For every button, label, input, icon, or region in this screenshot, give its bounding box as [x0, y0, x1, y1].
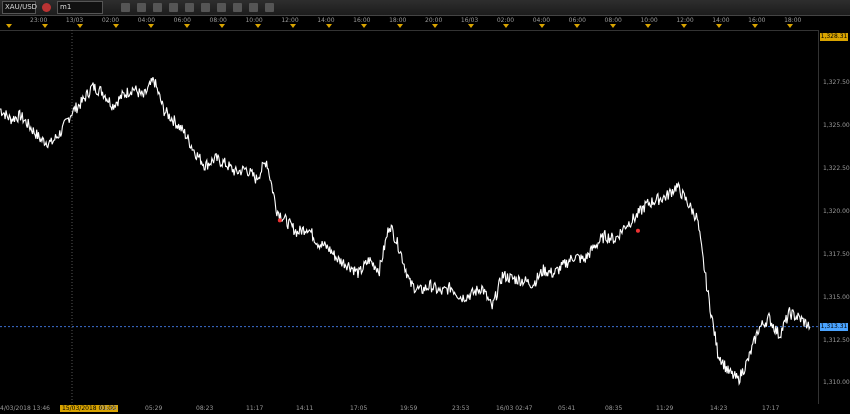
session-marker-icon: [325, 24, 332, 28]
session-marker-icon: [77, 24, 83, 28]
session-marker-icon: [396, 24, 403, 28]
bottom-time-label: 16/03 02:47: [496, 405, 533, 412]
session-marker-icon: [645, 24, 651, 28]
session-marker-icon: [6, 24, 12, 28]
top-time-label: 14:00: [712, 17, 730, 24]
session-marker-icon: [751, 24, 758, 28]
bottom-time-label: 05:41: [558, 405, 576, 412]
chart-type-icon[interactable]: [137, 3, 146, 12]
price-tick-label: 1,325.00: [823, 122, 850, 130]
text-tool-icon[interactable]: [233, 3, 242, 12]
price-tick-label: 1,322.50: [823, 164, 850, 172]
price-tick-label: 1,312.50: [823, 336, 850, 344]
session-marker-icon: [609, 24, 616, 28]
bottom-time-label: 11:17: [246, 405, 264, 412]
top-time-label: 10:00: [245, 17, 263, 24]
top-time-label: 16:00: [353, 17, 371, 24]
bottom-time-label: 05:29: [145, 405, 163, 412]
bottom-time-label: 08:35: [605, 405, 623, 412]
top-time-label: 04:00: [532, 17, 551, 24]
top-price-tag: 1,328.31: [820, 33, 848, 41]
session-marker-icon: [219, 24, 225, 28]
timeframe-selector[interactable]: m1: [57, 1, 103, 14]
price-tick-label: 1,310.00: [823, 379, 850, 387]
bottom-time-label: 11:29: [656, 405, 674, 412]
bottom-time-label: 4/03/2018 13:46: [0, 405, 50, 412]
session-marker-icon: [680, 24, 687, 28]
cursor-icon[interactable]: [201, 3, 210, 12]
chart-toolbar: XAU/USD m1: [0, 0, 850, 16]
session-marker-icon: [716, 24, 722, 28]
bottom-time-label: 17:05: [350, 405, 368, 412]
top-time-label: 20:00: [425, 17, 443, 24]
symbol-selector[interactable]: XAU/USD: [2, 1, 37, 14]
price-axis: 1,327.50 1,325.00 1,322.50 1,320.00 1,317.50…: [818, 30, 850, 404]
session-marker-icon: [148, 24, 154, 28]
session-marker-icon: [467, 24, 474, 28]
top-time-label: 23:00: [30, 17, 48, 24]
session-marker-icon: [41, 24, 48, 28]
session-marker-icon: [183, 24, 190, 28]
bottom-time-axis: 4/03/2018 13:46 15/03/2018 01:00 03:35 05:2…: [0, 404, 818, 414]
bottom-time-label: 14:11: [296, 405, 314, 412]
session-marker-icon: [787, 24, 793, 28]
top-time-label: 16:00: [748, 17, 766, 24]
trade-marker: [277, 218, 282, 223]
zoom-out-icon[interactable]: [185, 3, 194, 12]
top-time-label: 10:00: [640, 17, 658, 24]
grid-icon[interactable]: [153, 3, 162, 12]
trade-marker: [635, 228, 640, 233]
top-time-axis: 23:00 13/03 02:00 04:00 06:00 08:00 10:00 12:00…: [0, 16, 818, 31]
price-tick-label: 1,327.50: [823, 79, 850, 87]
top-time-label: 12:00: [281, 17, 299, 24]
bottom-time-label: 23:53: [452, 405, 470, 412]
top-time-label: 02:00: [496, 17, 515, 24]
session-marker-icon: [503, 24, 509, 28]
fib-icon[interactable]: [249, 3, 258, 12]
session-marker-icon: [538, 24, 545, 28]
top-time-label: 06:00: [568, 17, 586, 24]
cross-icon[interactable]: [121, 3, 130, 12]
top-time-label: 08:00: [209, 17, 227, 24]
session-marker-icon: [574, 24, 580, 28]
price-tick-label: 1,320.00: [823, 207, 850, 215]
cross-icon[interactable]: [42, 3, 51, 12]
session-marker-icon: [112, 24, 119, 28]
top-time-label: 18:00: [389, 17, 407, 24]
line-tool-icon[interactable]: [217, 3, 226, 12]
top-time-label: 08:00: [604, 17, 622, 24]
session-marker-icon: [361, 24, 367, 28]
bottom-time-label: 03:35: [100, 405, 118, 412]
session-marker-icon: [290, 24, 296, 28]
bottom-time-label: 14:23: [710, 405, 728, 412]
top-time-label: 18:00: [784, 17, 802, 24]
price-tick-label: 1,315.00: [823, 293, 850, 301]
top-time-label: 02:00: [101, 17, 120, 24]
top-time-label: 12:00: [676, 17, 694, 24]
top-time-label: 04:00: [137, 17, 156, 24]
session-marker-icon: [254, 24, 261, 28]
top-time-label: 14:00: [317, 17, 335, 24]
price-chart[interactable]: [0, 30, 818, 404]
bottom-time-label: 19:59: [400, 405, 418, 412]
top-time-label: 13/03: [65, 17, 84, 24]
top-time-label: 16/03: [460, 17, 479, 24]
settings-icon[interactable]: [265, 3, 274, 12]
top-time-label: 06:00: [173, 17, 191, 24]
session-marker-icon: [432, 24, 438, 28]
zoom-in-icon[interactable]: [169, 3, 178, 12]
bottom-time-label: 08:23: [196, 405, 214, 412]
current-price-tag: 1,313.31: [820, 322, 848, 331]
bottom-time-label: 17:17: [762, 405, 780, 412]
price-series-line: [0, 77, 811, 386]
price-tick-label: 1,317.50: [823, 250, 850, 258]
